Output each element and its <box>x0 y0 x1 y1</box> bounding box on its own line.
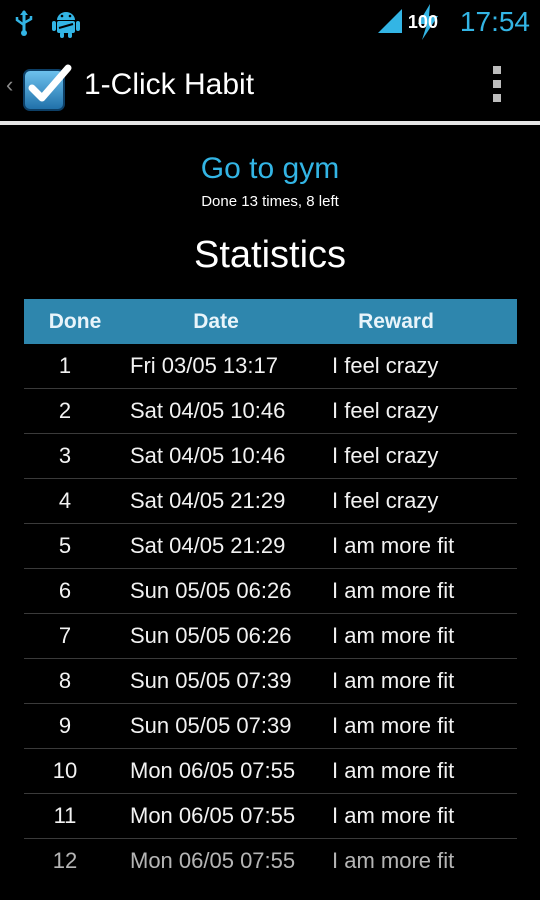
table-row: 3 Sat 04/05 10:46 I feel crazy <box>24 434 517 479</box>
cell-date: Mon 06/05 07:55 <box>130 803 296 828</box>
table-row: 12 Mon 06/05 07:55 I am more fit <box>24 839 517 883</box>
battery-charging-icon: 100 <box>407 4 444 40</box>
cell-done: 2 <box>58 398 72 423</box>
table-row: 6 Sun 05/05 06:26 I am more fit <box>24 569 517 614</box>
table-row: 7 Sun 05/05 06:26 I am more fit <box>24 614 517 659</box>
table-row: 2 Sat 04/05 10:46 I feel crazy <box>24 389 517 434</box>
cell-reward: I am more fit <box>332 533 455 558</box>
cell-date: Mon 06/05 07:55 <box>130 848 296 873</box>
cell-date: Fri 03/05 13:17 <box>130 353 278 378</box>
cell-done: 9 <box>58 713 72 738</box>
table-row: 1 Fri 03/05 13:17 I feel crazy <box>24 344 517 389</box>
cell-reward: I am more fit <box>332 803 455 828</box>
cell-reward: I feel crazy <box>332 488 439 513</box>
cell-reward: I am more fit <box>332 758 455 783</box>
notification-icons <box>14 8 80 43</box>
table-row: 9 Sun 05/05 07:39 I am more fit <box>24 704 517 749</box>
battery-level: 100 <box>407 12 438 32</box>
chevron-left-icon[interactable]: ‹ <box>6 72 13 98</box>
cell-reward: I feel crazy <box>332 443 439 468</box>
cell-date: Sun 05/05 06:26 <box>130 623 292 648</box>
cell-done: 1 <box>58 353 72 378</box>
table-row: 4 Sat 04/05 21:29 I feel crazy <box>24 479 517 524</box>
cell-reward: I feel crazy <box>332 353 439 378</box>
cell-reward: I am more fit <box>332 668 455 693</box>
cell-done: 7 <box>58 623 72 648</box>
cell-reward: I am more fit <box>332 623 455 648</box>
cell-done: 10 <box>52 758 78 783</box>
habit-summary: Done 13 times, 8 left <box>201 193 339 210</box>
habit-name: Go to gym <box>200 152 340 185</box>
action-bar: ‹ 1-Click Habit <box>0 44 540 122</box>
cell-done: 3 <box>58 443 72 468</box>
table-row: 5 Sat 04/05 21:29 I am more fit <box>24 524 517 569</box>
overflow-menu-icon[interactable] <box>492 66 502 102</box>
android-debug-icon <box>52 8 80 43</box>
checkbox-icon[interactable] <box>22 62 72 112</box>
cell-reward: I am more fit <box>332 848 455 873</box>
cell-done: 5 <box>58 533 72 558</box>
cell-done: 12 <box>52 848 78 873</box>
status-bar: 100 17:54 <box>0 0 540 44</box>
table-row: 10 Mon 06/05 07:55 I am more fit <box>24 749 517 794</box>
cell-done: 6 <box>58 578 72 603</box>
cell-reward: I am more fit <box>332 578 455 603</box>
cell-date: Sun 05/05 07:39 <box>130 713 292 738</box>
statistics-table: Done Date Reward 1 Fri 03/05 13:17 I fee… <box>24 299 517 883</box>
cell-date: Sun 05/05 06:26 <box>130 578 292 603</box>
cell-date: Sun 05/05 07:39 <box>130 668 292 693</box>
table-row: 8 Sun 05/05 07:39 I am more fit <box>24 659 517 704</box>
system-status: 100 17:54 <box>376 4 530 40</box>
table-header: Done Date Reward <box>24 299 517 344</box>
signal-icon <box>376 7 404 38</box>
cell-done: 4 <box>58 488 72 513</box>
cell-date: Mon 06/05 07:55 <box>130 758 296 783</box>
table-row: 11 Mon 06/05 07:55 I am more fit <box>24 794 517 839</box>
cell-date: Sat 04/05 10:46 <box>130 443 286 468</box>
column-header-done: Done <box>48 309 102 333</box>
statistics-title: Statistics <box>193 234 347 276</box>
column-header-reward: Reward <box>358 309 434 333</box>
cell-done: 11 <box>53 803 77 828</box>
action-bar-divider <box>0 121 540 125</box>
cell-date: Sat 04/05 10:46 <box>130 398 286 423</box>
column-header-date: Date <box>193 309 239 333</box>
cell-done: 8 <box>58 668 72 693</box>
app-title: 1-Click Habit <box>84 68 255 101</box>
cell-reward: I feel crazy <box>332 398 439 423</box>
cell-date: Sat 04/05 21:29 <box>130 488 286 513</box>
clock: 17:54 <box>459 6 530 37</box>
cell-date: Sat 04/05 21:29 <box>130 533 286 558</box>
usb-icon <box>14 9 34 42</box>
cell-reward: I am more fit <box>332 713 455 738</box>
